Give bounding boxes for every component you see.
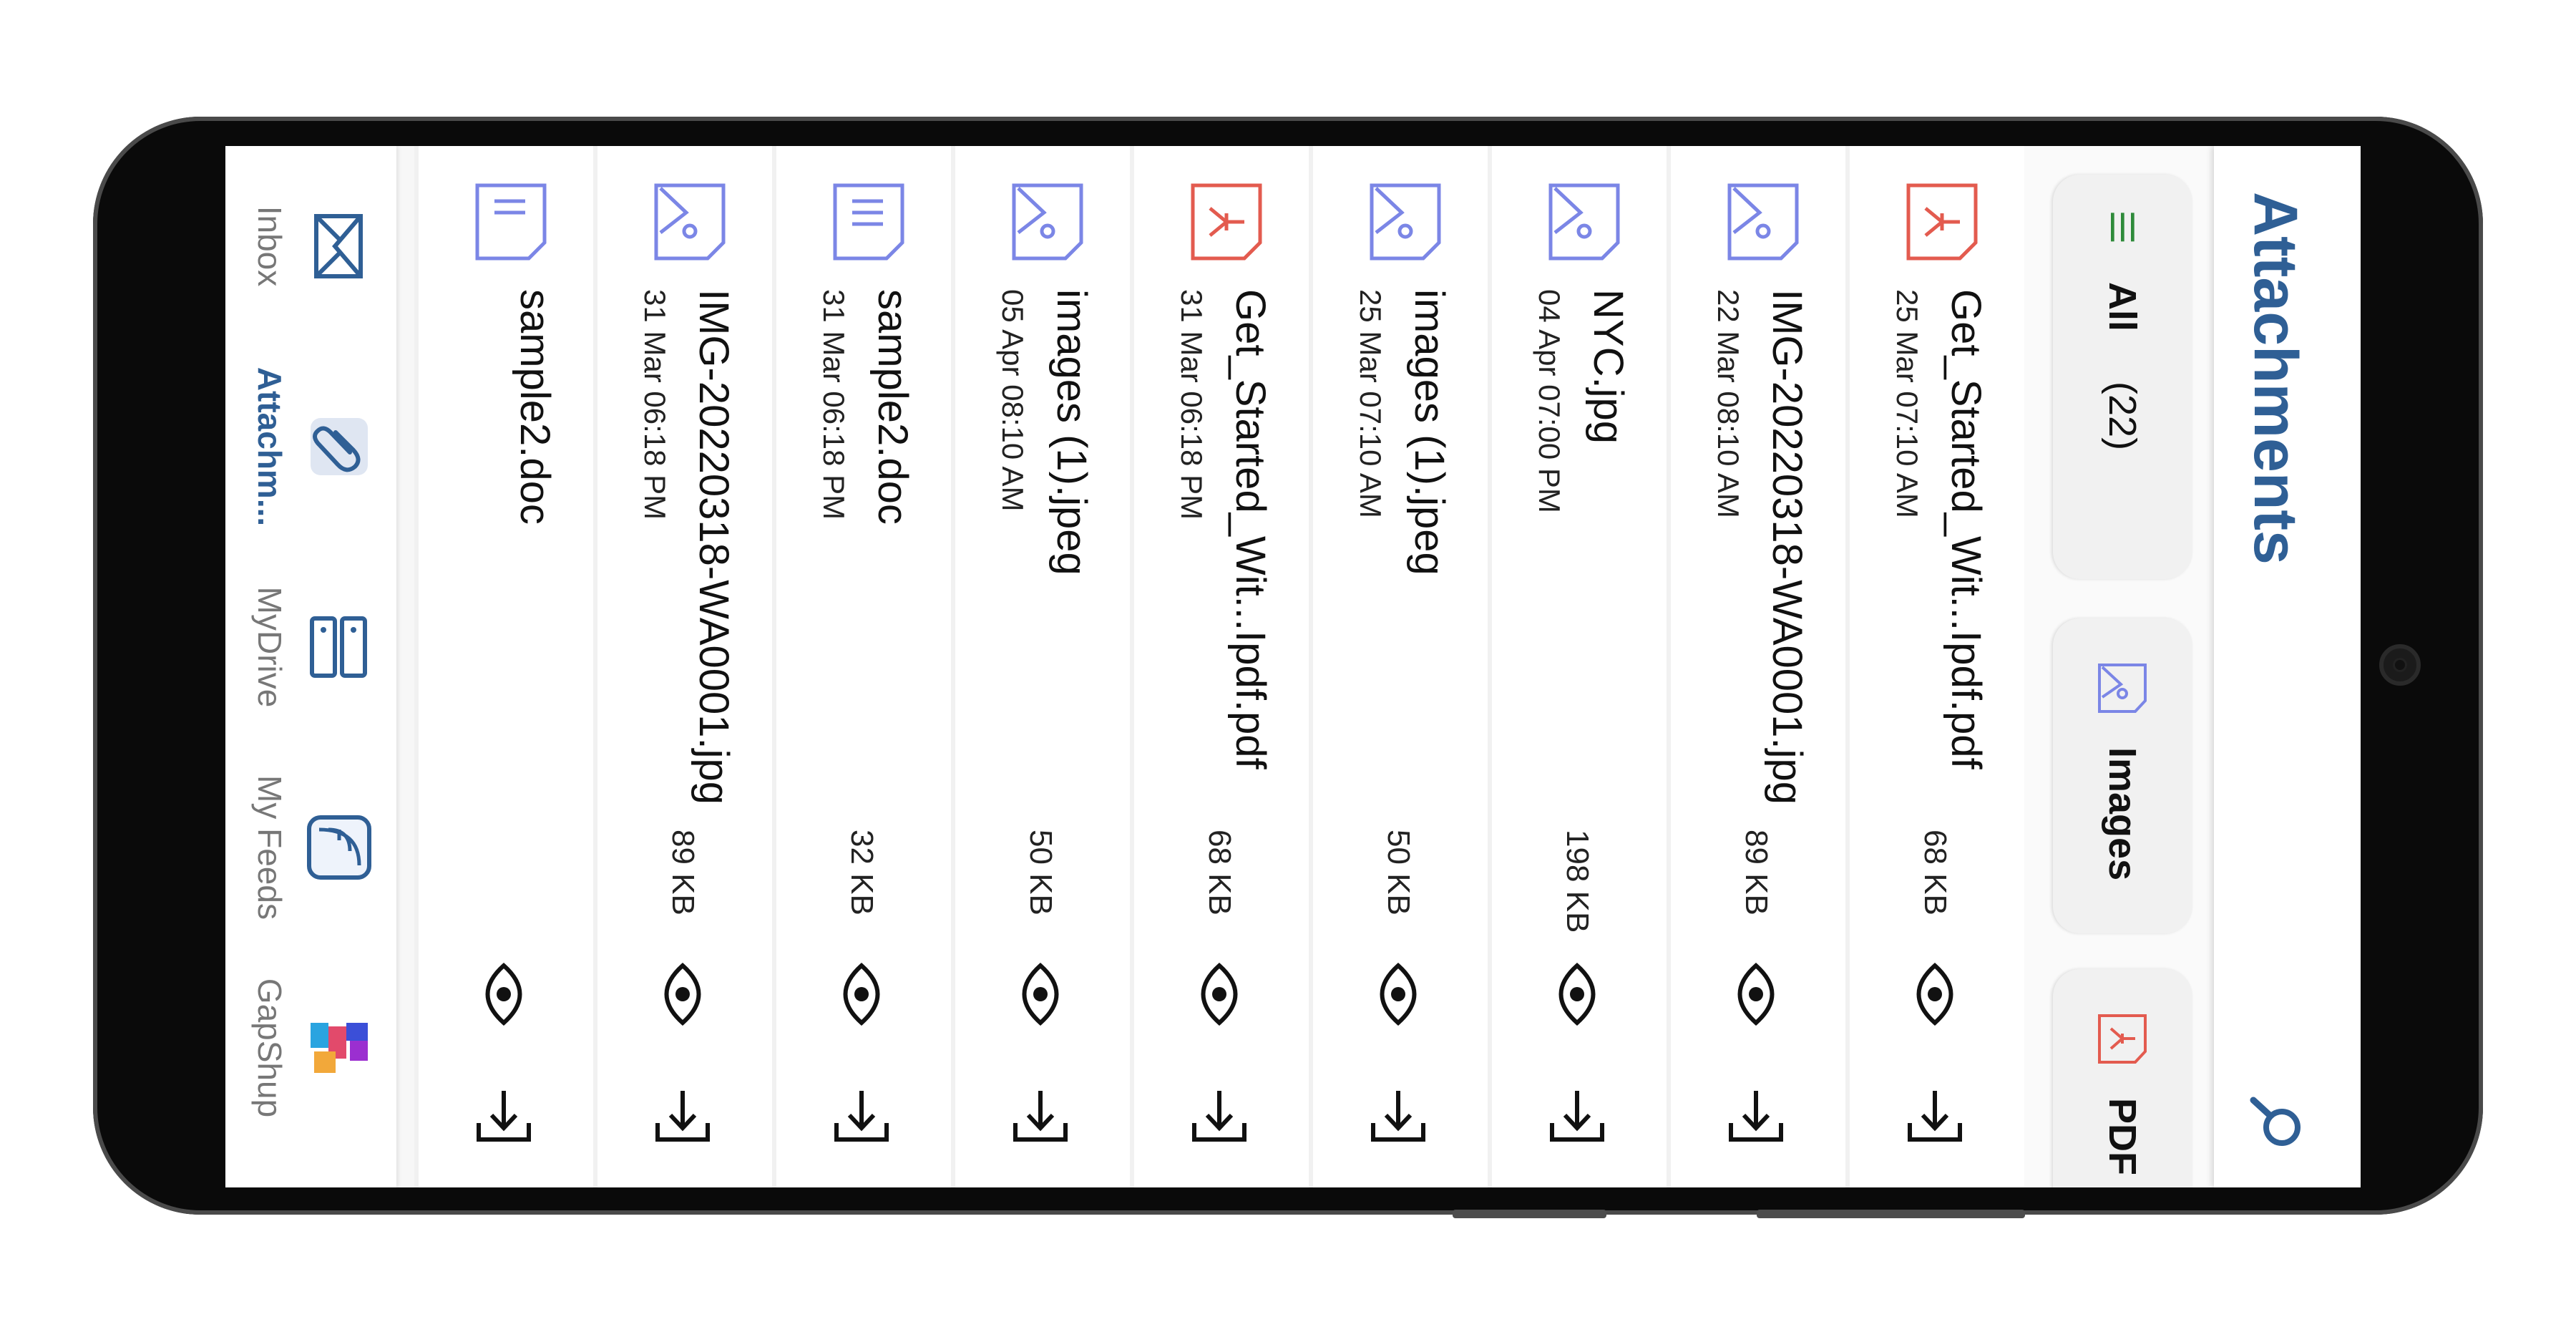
filter-pdf-label: PDF [2101,1098,2145,1175]
mail-icon [314,214,363,278]
file-size: 32 KB [844,830,879,915]
nav-myfeeds[interactable]: My Feeds [232,747,389,948]
nav-myfeeds-label: My Feeds [251,775,288,920]
export-icon[interactable] [1008,1084,1073,1148]
file-date: 04 Apr 07:00 PM [1533,289,1566,513]
file-date: 31 Mar 06:18 PM [817,289,851,520]
volume-button [1453,1210,1606,1218]
export-icon[interactable] [829,1084,894,1148]
file-size: 50 KB [1023,830,1058,915]
nav-gapshup-label: GapShup [251,978,288,1118]
export-icon[interactable] [472,1084,536,1148]
file-name: NYC.jpg [1585,289,1631,444]
file-name: IMG-20220318-WA0001.jpg [1764,289,1810,805]
image-file-icon [1727,183,1799,261]
file-name: sample2.doc [512,289,558,525]
doc-file-icon [833,183,904,261]
nav-attachments-label: Attachm... [251,366,288,527]
file-size: 198 KB [1560,830,1595,933]
attachment-row[interactable]: NYC.jpg 04 Apr 07:00 PM 198 KB [1488,146,1667,1187]
preview-eye-icon[interactable] [1727,962,1785,1026]
pdf-icon [2098,1014,2147,1064]
image-file-icon [1012,183,1083,261]
file-size: 50 KB [1381,830,1416,915]
filter-all-count: (22) [2101,382,2145,451]
file-date: 05 Apr 08:10 AM [996,289,1030,512]
nav-mydrive[interactable]: MyDrive [232,547,389,747]
image-file-icon [654,183,726,261]
pdf-file-icon [1191,183,1262,261]
attachment-row[interactable]: Get_Started_Wit...Ipdf.pdf 25 Mar 07:10 … [1845,146,2024,1187]
file-date: 25 Mar 07:10 AM [1354,289,1387,518]
export-icon[interactable] [1724,1084,1788,1148]
image-file-icon [1548,183,1620,261]
file-size: 89 KB [1739,830,1774,915]
bottom-navigation: Inbox Attachm... MyDrive My Feeds GapShu… [225,146,396,1187]
attachment-row[interactable]: IMG-20220318-WA0001.jpg 22 Mar 08:10 AM … [1667,146,1845,1187]
file-name: sample2.doc [869,289,916,525]
preview-eye-icon[interactable] [1548,962,1606,1026]
filter-all-label: All [2101,282,2145,332]
image-file-icon [1370,183,1441,261]
attachment-row[interactable]: images (1).jpeg 05 Apr 08:10 AM 50 KB [951,146,1130,1187]
search-icon[interactable] [2248,1094,2305,1152]
filter-images-label: Images [2101,747,2145,881]
feed-icon [307,815,371,880]
attachment-row[interactable]: Get_Started_Wit...Ipdf.pdf 31 Mar 06:18 … [1130,146,1309,1187]
nav-mydrive-label: MyDrive [251,586,288,708]
nav-gapshup[interactable]: GapShup [232,948,389,1148]
top-bar: Attachments [2214,146,2361,1187]
file-size: 89 KB [665,830,701,915]
filter-chips: All (22) Images PDF [2024,146,2214,1187]
filter-all-chip[interactable]: All (22) [2053,175,2192,579]
file-date: 22 Mar 08:10 AM [1712,289,1745,518]
export-icon[interactable] [1545,1084,1609,1148]
side-button [1757,1210,2025,1218]
app-screen: Attachments All (22) Images PDF Get_Star… [225,146,2361,1187]
nav-attachments[interactable]: Attachm... [232,346,389,547]
filter-pdf-chip[interactable]: PDF [2053,969,2192,1187]
preview-eye-icon[interactable] [475,962,532,1026]
attachment-row[interactable]: images (1).jpeg 25 Mar 07:10 AM 50 KB [1309,146,1488,1187]
nav-inbox[interactable]: Inbox [232,146,389,346]
export-icon[interactable] [1903,1084,1967,1148]
preview-eye-icon[interactable] [833,962,890,1026]
attachment-row[interactable]: sample2.doc [414,146,593,1187]
paperclip-icon [311,418,368,475]
attachment-row[interactable]: sample2.doc 31 Mar 06:18 PM 32 KB [772,146,951,1187]
image-icon [2098,664,2147,713]
attachment-list: Get_Started_Wit...Ipdf.pdf 25 Mar 07:10 … [225,146,2024,1187]
export-icon[interactable] [1366,1084,1430,1148]
file-date: 31 Mar 06:18 PM [638,289,672,520]
file-name: images (1).jpeg [1048,289,1095,575]
preview-eye-icon[interactable] [1906,962,1963,1026]
filter-images-chip[interactable]: Images [2053,618,2192,933]
preview-eye-icon[interactable] [1370,962,1427,1026]
file-name: Get_Started_Wit...Ipdf.pdf [1227,289,1274,769]
pdf-file-icon [1906,183,1978,261]
file-size: 68 KB [1918,830,1953,915]
gapshup-logo-icon [311,1023,368,1073]
nav-inbox-label: Inbox [251,205,288,287]
file-date: 31 Mar 06:18 PM [1175,289,1209,520]
attachment-row[interactable]: IMG-20220318-WA0001.jpg 31 Mar 06:18 PM … [593,146,772,1187]
file-date: 25 Mar 07:10 AM [1890,289,1924,518]
doc-file-icon [475,183,547,261]
preview-eye-icon[interactable] [1012,962,1069,1026]
list-icon [2111,213,2135,242]
front-camera [2379,644,2421,686]
preview-eye-icon[interactable] [654,962,711,1026]
file-name: images (1).jpeg [1406,289,1453,575]
page-title: Attachments [2241,192,2310,565]
export-icon[interactable] [1187,1084,1252,1148]
preview-eye-icon[interactable] [1191,962,1248,1026]
drive-icon [310,616,367,678]
file-name: Get_Started_Wit...Ipdf.pdf [1943,289,1989,769]
export-icon[interactable] [650,1084,715,1148]
file-size: 68 KB [1202,830,1237,915]
file-name: IMG-20220318-WA0001.jpg [691,289,737,805]
